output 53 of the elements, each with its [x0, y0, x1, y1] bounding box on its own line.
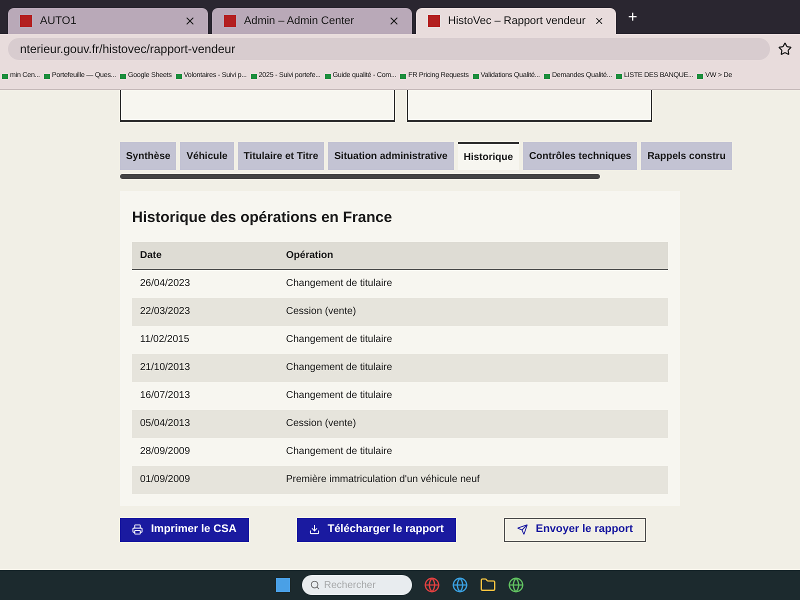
browser-tab[interactable]: AUTO1 [8, 8, 208, 34]
close-icon[interactable] [388, 15, 400, 27]
close-icon[interactable] [184, 15, 196, 27]
action-button[interactable]: Envoyer le rapport [504, 518, 646, 542]
table-cell-text: 11/02/2015 [139, 333, 190, 347]
table-cell-text: 05/04/2013 [139, 417, 192, 431]
table-cell-text: Changement de titulaire [285, 445, 392, 459]
report-tab[interactable]: Véhicule [180, 142, 234, 170]
site-icon [428, 15, 440, 27]
table-cell-text: Changement de titulaire [285, 361, 392, 375]
button-icon [132, 524, 143, 535]
table-cell-text: 16/07/2013 [139, 389, 192, 403]
table-cell-text: Changement de titulaire [285, 389, 392, 403]
table-cell-text: Première immatriculation d'un véhicule neuf [285, 473, 480, 487]
table-cell-text: 21/10/2013 [139, 361, 192, 375]
table-cell-text: 01/09/2009 [139, 473, 192, 487]
globe-icon[interactable] [452, 577, 468, 593]
table-cell-text: 26/04/2023 [139, 277, 192, 291]
address-bar[interactable]: nterieur.gouv.fr/histovec/rapport-vendeur [8, 38, 770, 60]
section-title: Historique des opérations en France [132, 208, 394, 228]
browser-tab[interactable]: HistoVec – Rapport vendeur [416, 8, 616, 34]
table-cell-text: Cession (vente) [285, 305, 356, 319]
tab-title: AUTO1 [40, 14, 78, 29]
action-button[interactable]: Télécharger le rapport [296, 518, 456, 542]
bookmark-star-icon[interactable] [778, 42, 792, 56]
table-cell-text: 28/09/2009 [139, 445, 192, 459]
close-icon[interactable] [594, 15, 604, 27]
action-button[interactable]: Imprimer le CSA [120, 518, 249, 542]
new-tab-button[interactable]: + [620, 6, 646, 34]
report-tab[interactable]: Contrôles techniques [523, 142, 638, 170]
report-tab[interactable]: Synthèse [120, 142, 176, 170]
column-header: Date [139, 248, 163, 262]
browser-tab[interactable]: Admin – Admin Center [212, 8, 412, 34]
report-tab[interactable]: Titulaire et Titre [238, 142, 324, 170]
tab-title: HistoVec – Rapport vendeur [448, 14, 586, 29]
report-tab[interactable]: Situation administrative [328, 142, 454, 170]
table-cell-text: 22/03/2023 [139, 305, 192, 319]
search-input[interactable]: Rechercher [324, 578, 404, 592]
scrollbar[interactable] [120, 174, 600, 179]
table-cell-text: Changement de titulaire [285, 333, 392, 347]
report-tab[interactable]: Historique [458, 142, 520, 170]
tab-title: Admin – Admin Center [244, 14, 356, 29]
table-cell-text: Cession (vente) [285, 417, 356, 431]
table-cell-text: Changement de titulaire [285, 277, 392, 291]
folder-icon[interactable] [480, 577, 496, 593]
button-icon [516, 524, 528, 535]
report-tab[interactable]: Rappels constru [641, 142, 732, 170]
site-icon [224, 15, 236, 27]
button-icon [308, 524, 320, 535]
taskbar-search-field[interactable]: Rechercher [302, 575, 412, 595]
column-header: Opération [285, 248, 334, 262]
site-icon [20, 15, 32, 27]
search-icon [310, 580, 320, 590]
